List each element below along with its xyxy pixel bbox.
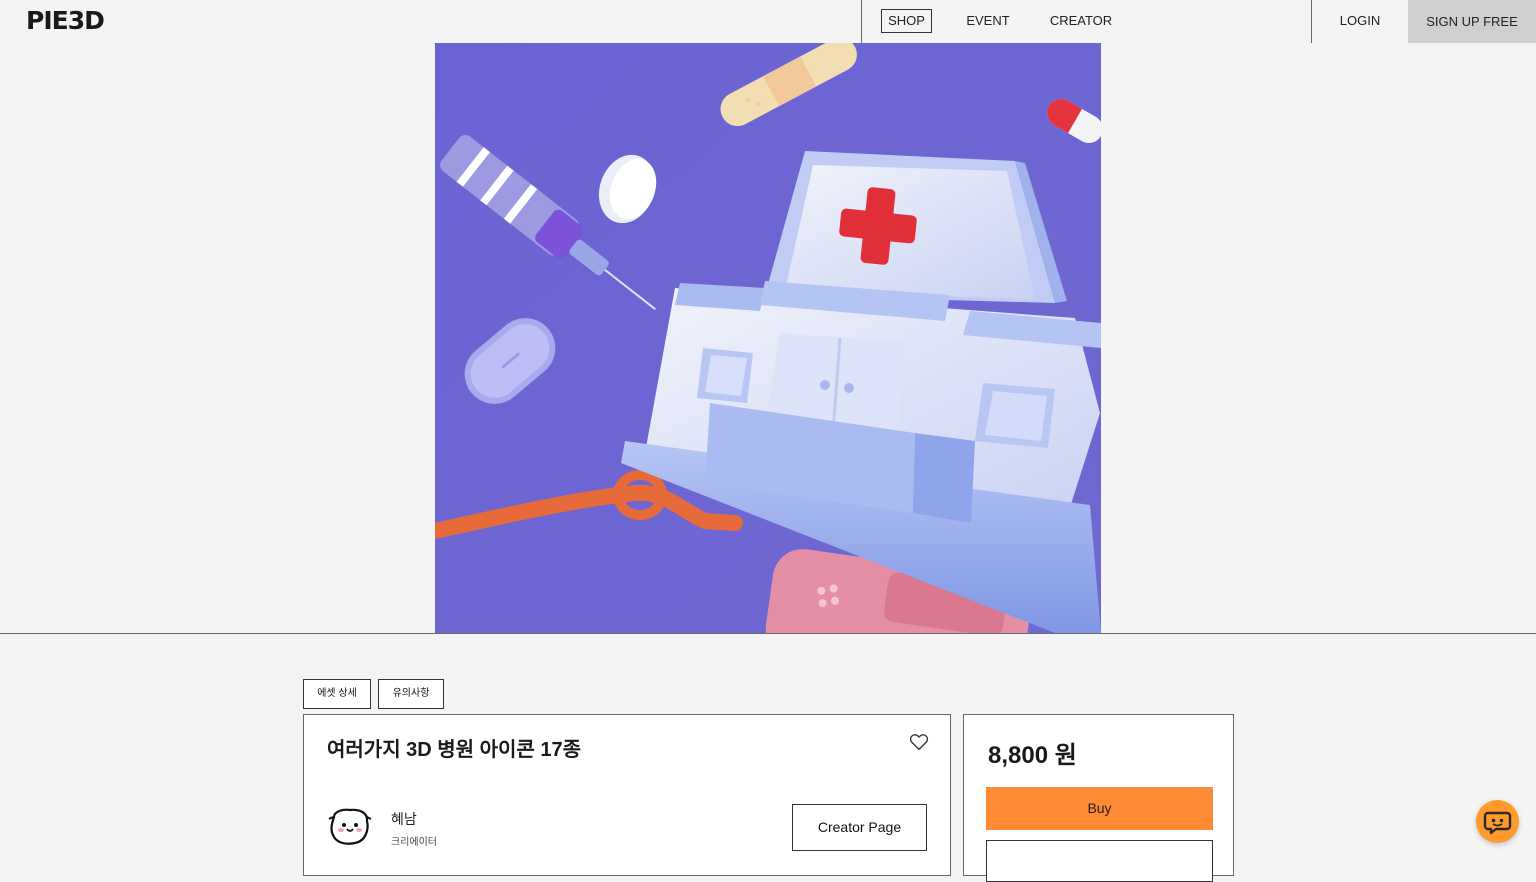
brand-logo[interactable]: PIE3D: [26, 7, 105, 35]
hospital-illustration: [435, 43, 1101, 633]
creator-name[interactable]: 혜남: [391, 809, 417, 829]
nav-divider: [861, 0, 862, 43]
avatar-icon[interactable]: [328, 807, 372, 847]
nav-event[interactable]: EVENT: [962, 9, 1014, 33]
heart-icon[interactable]: [909, 733, 929, 751]
purchase-card: 8,800 원 Buy: [963, 714, 1234, 882]
chat-button[interactable]: [1476, 800, 1519, 843]
product-hero-image: [435, 43, 1101, 633]
chat-icon: [1483, 811, 1512, 835]
product-title: 여러가지 3D 병원 아이콘 17종: [327, 739, 582, 761]
nav-creator[interactable]: CREATOR: [1047, 9, 1115, 33]
nav-shop[interactable]: SHOP: [881, 9, 932, 33]
product-price: 8,800 원: [988, 742, 1077, 769]
tab-notice[interactable]: 유의사항: [378, 679, 444, 709]
tab-asset-detail[interactable]: 에셋 상세: [303, 679, 371, 709]
nav-divider: [1311, 0, 1312, 43]
creator-page-button[interactable]: Creator Page: [792, 804, 927, 851]
buy-button[interactable]: Buy: [986, 787, 1213, 830]
top-navigation-bar: PIE3D SHOP EVENT CREATOR LOGIN SIGN UP F…: [0, 0, 1536, 44]
signup-button[interactable]: SIGN UP FREE: [1408, 0, 1536, 43]
product-info-card: 여러가지 3D 병원 아이콘 17종 혜남 크리에이터 Creator Page: [303, 714, 951, 876]
secondary-action-button[interactable]: [986, 840, 1213, 882]
login-button[interactable]: LOGIN: [1334, 9, 1386, 33]
creator-role: 크리에이터: [391, 837, 437, 848]
